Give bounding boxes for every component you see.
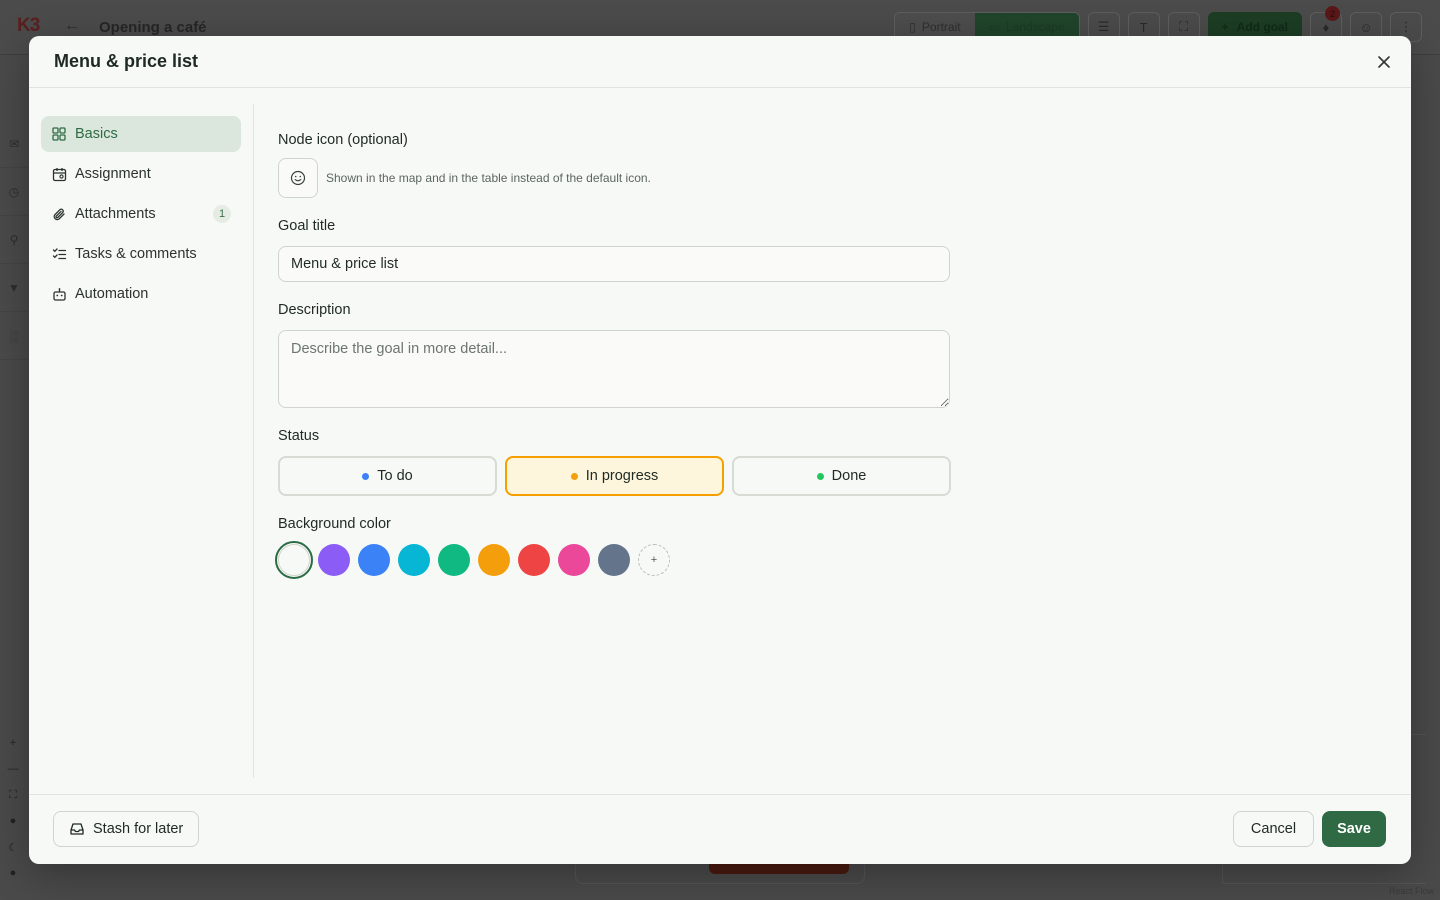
robot-icon (51, 286, 67, 302)
zoom-out-icon[interactable]: — (0, 756, 26, 782)
bell-icon: ♦ (1322, 19, 1330, 35)
modal-title: Menu & price list (54, 51, 199, 71)
cancel-button[interactable]: Cancel (1233, 811, 1314, 847)
color-swatch[interactable] (275, 541, 313, 579)
nav-item-automation[interactable]: Automation (41, 276, 241, 312)
status-label-text: To do (377, 468, 413, 484)
back-arrow-icon[interactable]: ← (64, 17, 80, 35)
nav-label: Assignment (75, 166, 151, 182)
status-label-text: Done (831, 468, 867, 484)
modal-body: Basics Assignment Attachments 1 Tasks & (29, 88, 1411, 794)
nav-label: Attachments (75, 206, 156, 222)
status-dot-green (816, 472, 824, 480)
color-swatch[interactable] (358, 544, 390, 576)
nav-label: Basics (75, 126, 118, 142)
color-swatch[interactable] (318, 544, 350, 576)
smiley-icon (290, 170, 306, 186)
portrait-label: Portrait (921, 20, 961, 34)
react-flow-attribution: React Flow (1388, 886, 1434, 896)
color-swatch[interactable] (558, 544, 590, 576)
color-swatch[interactable] (598, 544, 630, 576)
left-rail: ✉ ◷ ⚲ ▼ ░ (0, 120, 28, 360)
nav-divider (253, 104, 254, 778)
status-done-button[interactable]: Done (732, 456, 951, 496)
save-button[interactable]: Save (1322, 811, 1386, 847)
node-icon-hint: Shown in the map and in the table instea… (326, 171, 651, 185)
app-logo: K3 (17, 15, 40, 36)
landscape-label: Landscape (1005, 20, 1065, 34)
text-icon: T (1139, 19, 1148, 35)
zoom-controls: + — ⛶ ● ☾ ● (0, 730, 26, 886)
checklist-icon (51, 246, 67, 262)
description-label: Description (278, 302, 351, 318)
stash-label: Stash for later (93, 821, 184, 837)
side-nav: Basics Assignment Attachments 1 Tasks & (41, 116, 241, 316)
zoom-in-icon[interactable]: + (0, 730, 26, 756)
color-swatch[interactable] (518, 544, 550, 576)
add-goal-label: Add goal (1236, 20, 1288, 34)
goal-title-label: Goal title (278, 218, 336, 234)
background-color-label: Background color (278, 516, 391, 532)
color-swatch[interactable] (438, 544, 470, 576)
nav-item-assignment[interactable]: Assignment (41, 156, 241, 192)
status-todo-button[interactable]: To do (278, 456, 497, 496)
fullscreen-icon: ⛶ (1179, 19, 1189, 34)
modal-footer: Stash for later Cancel Save (29, 794, 1411, 864)
inbox-icon (70, 823, 84, 835)
status-in-progress-button[interactable]: In progress (505, 456, 724, 496)
landscape-icon: ▭ (988, 20, 1000, 34)
calendar-user-icon (51, 166, 67, 182)
status-options: To do In progress Done (278, 456, 951, 496)
project-title: Opening a café (99, 19, 207, 36)
goal-title-input[interactable] (278, 246, 950, 282)
lock-icon[interactable]: ● (0, 808, 26, 834)
attachments-count-badge: 1 (213, 205, 231, 223)
status-label-text: In progress (585, 468, 659, 484)
goal-modal: Menu & price list Basics Assignment Atta… (29, 36, 1411, 864)
user-icon: ☺ (1359, 19, 1373, 35)
color-swatches: + (275, 541, 670, 579)
fit-view-icon[interactable]: ⛶ (0, 782, 26, 808)
inbox-icon[interactable]: ✉ (0, 120, 28, 168)
timer-icon[interactable]: ◷ (0, 168, 28, 216)
node-icon-picker[interactable] (278, 158, 318, 198)
color-swatch[interactable] (478, 544, 510, 576)
node-icon-label: Node icon (optional) (278, 132, 408, 148)
close-button[interactable] (1373, 51, 1395, 73)
more-vertical-icon: ⋮ (1399, 19, 1413, 34)
color-swatch[interactable] (398, 544, 430, 576)
status-dot-blue (362, 472, 370, 480)
nav-item-basics[interactable]: Basics (41, 116, 241, 152)
modal-header: Menu & price list (29, 36, 1411, 88)
search-icon[interactable]: ⚲ (0, 216, 28, 264)
description-textarea[interactable] (278, 330, 950, 408)
layers-icon: ☰ (1097, 19, 1110, 34)
filter-icon[interactable]: ▼ (0, 264, 28, 312)
canvas-node (575, 862, 865, 884)
chart-icon[interactable]: ░ (0, 312, 28, 360)
nav-label: Automation (75, 286, 149, 302)
nav-item-attachments[interactable]: Attachments 1 (41, 196, 241, 232)
portrait-icon: ▯ (909, 20, 916, 34)
add-color-button[interactable]: + (638, 544, 670, 576)
paperclip-icon (51, 206, 67, 222)
nav-label: Tasks & comments (75, 246, 197, 262)
plus-icon: + (1221, 20, 1229, 34)
status-label: Status (278, 428, 320, 444)
notification-badge: 2 (1325, 6, 1340, 21)
moon-icon[interactable]: ☾ (0, 834, 26, 860)
stash-for-later-button[interactable]: Stash for later (53, 811, 200, 847)
palette-icon[interactable]: ● (0, 860, 26, 886)
nav-item-tasks-comments[interactable]: Tasks & comments (41, 236, 241, 272)
status-dot-orange (570, 472, 578, 480)
grid-icon (51, 126, 67, 142)
close-icon (1378, 56, 1390, 68)
